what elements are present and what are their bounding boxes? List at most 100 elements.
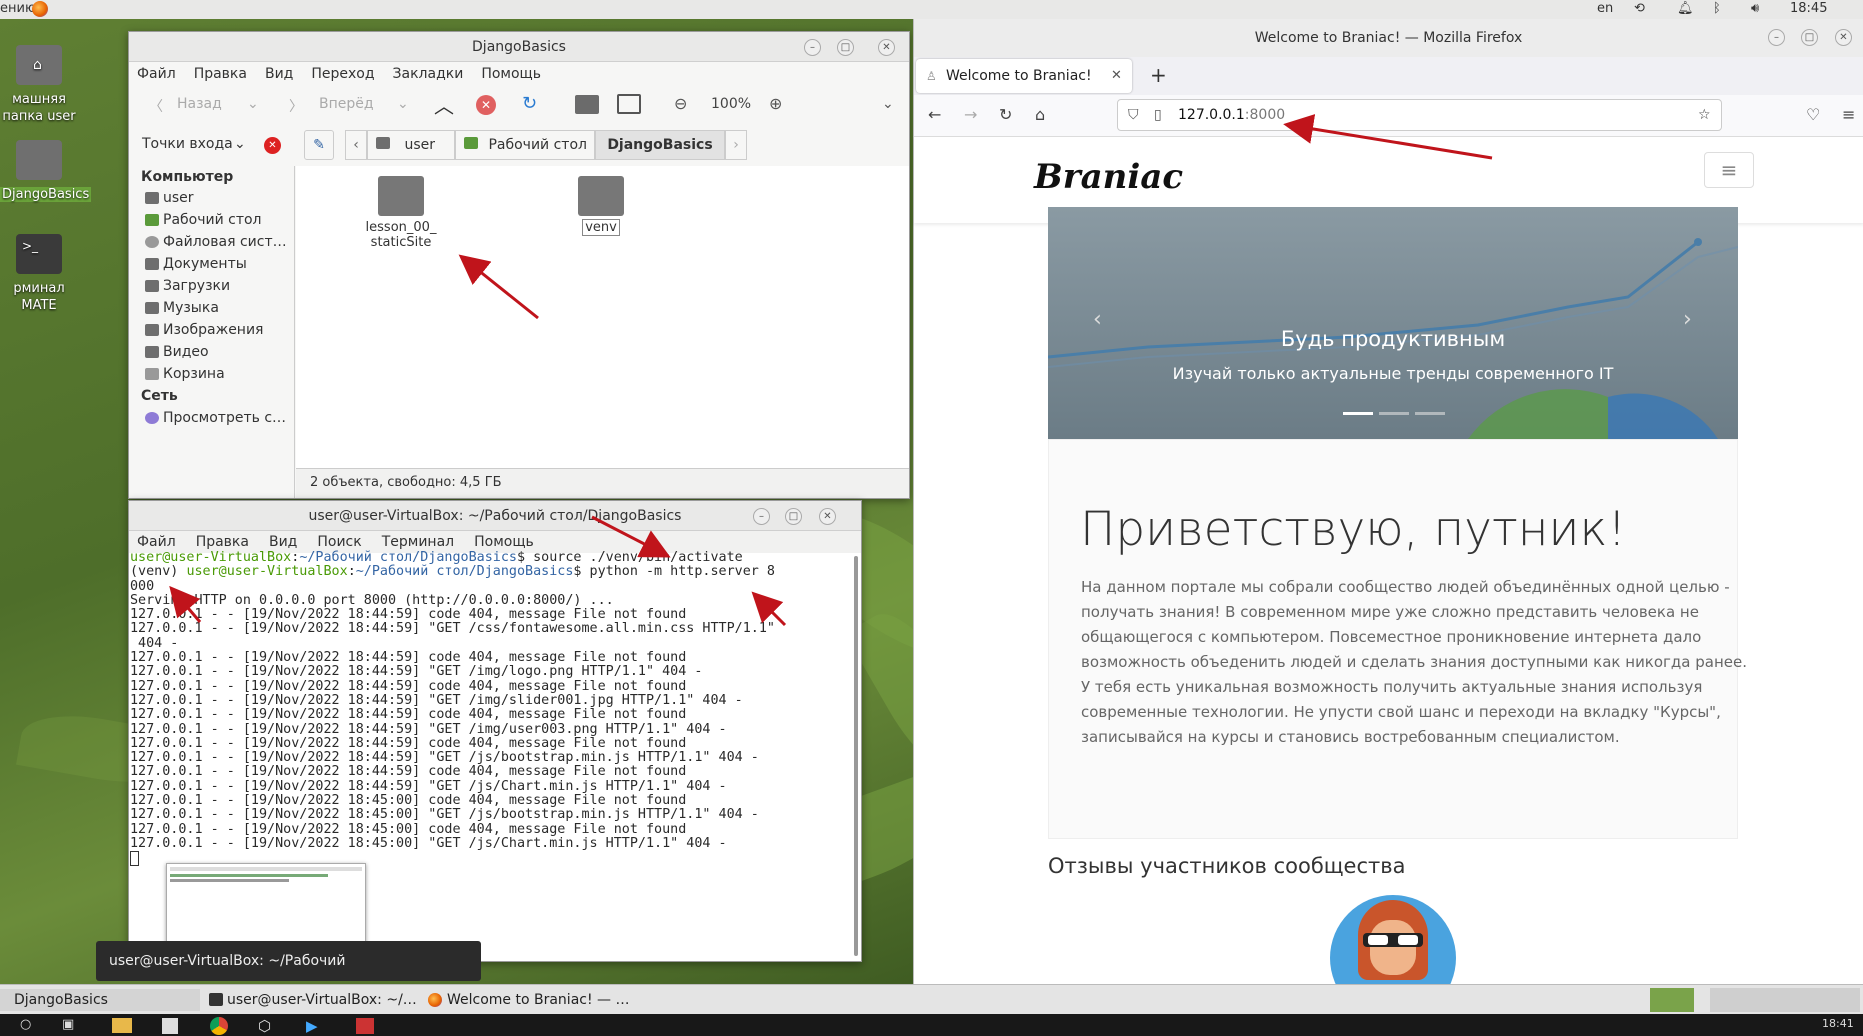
sidebar-item-user[interactable]: user [145,190,194,206]
desktop-home-folder[interactable]: ⌂ машняя папка user [0,45,78,125]
terminal-line: 127.0.0.1 - - [19/Nov/2022 18:44:59] "GE… [130,750,759,766]
breadcrumb-left-button[interactable]: ‹ [345,130,367,160]
desktop-djangobasics-folder[interactable]: DjangoBasics [0,140,92,203]
desktop-terminal-launcher[interactable]: >_ рминал MATE [0,234,78,314]
close-sidebar-button[interactable]: ✕ [264,137,281,154]
page-icon: ♙ [926,69,937,83]
minimize-button[interactable]: – [753,508,770,525]
menu-view[interactable]: Вид [265,62,293,86]
breadcrumb-user[interactable]: user [367,130,455,160]
maximize-button[interactable]: □ [785,508,802,525]
sidebar-item-desktop[interactable]: Рабочий стол [145,212,262,228]
computer-button[interactable] [617,94,641,114]
volume-icon[interactable]: 🔊︎ [1751,1,1759,16]
edit-path-button[interactable]: ✎ [304,130,334,160]
sidebar-item-filesystem[interactable]: Файловая сист… [145,234,287,250]
taskbar-item-firefox[interactable]: Welcome to Braniac! — … [425,989,640,1011]
menu-edit[interactable]: Правка [194,62,247,86]
zoom-level[interactable]: 100% [711,96,751,112]
menu-file[interactable]: Файл [137,62,176,86]
breadcrumb-djangobasics[interactable]: DjangoBasics [595,130,725,160]
firefox-titlebar[interactable]: Welcome to Braniac! — Mozilla Firefox – … [914,19,1863,57]
close-tab-icon[interactable]: ✕ [1111,59,1122,93]
carousel-indicator[interactable] [1343,412,1373,415]
back-button[interactable]: Назад [177,96,222,112]
workspace-switcher-slots[interactable] [1710,988,1860,1012]
app-icon[interactable] [356,1018,374,1034]
sidebar-item-downloads[interactable]: Загрузки [145,278,230,294]
carousel-indicator[interactable] [1379,412,1409,415]
zoom-out-button[interactable]: ⊖ [674,94,687,113]
taskbar-item-file-manager[interactable]: DjangoBasics [0,989,200,1011]
folder-icon[interactable] [112,1018,132,1033]
close-button[interactable]: ✕ [878,39,895,56]
sidebar-item-videos[interactable]: Видео [145,344,209,360]
firefox-launcher-icon[interactable] [32,1,48,17]
reviews-heading: Отзывы участников сообщества [1048,854,1406,878]
back-button[interactable]: ← [928,105,941,124]
clock[interactable]: 18:45 [1790,1,1827,16]
workspace-switcher[interactable] [1650,988,1694,1012]
new-tab-button[interactable]: + [1150,63,1167,87]
bluetooth-icon[interactable]: ᛒ [1713,1,1721,16]
terminal-output[interactable]: user@user-VirtualBox:~/Рабочий стол/Djan… [129,550,775,867]
network-icon[interactable]: ⟲ [1634,1,1645,16]
sidebar-item-trash[interactable]: Корзина [145,366,225,382]
terminal-scrollbar[interactable] [854,556,858,956]
file-manager-titlebar[interactable]: DjangoBasics – □ ✕ [129,32,909,62]
menu-go[interactable]: Переход [311,62,374,86]
chevron-down-icon[interactable]: ⌄ [397,96,409,112]
reload-button[interactable]: ↻ [522,93,537,114]
close-button[interactable]: ✕ [1835,29,1852,46]
home-folder-button[interactable] [575,95,599,114]
url-bar[interactable]: ⛉ ▯ 127.0.0.1:8000 ☆ [1117,99,1722,131]
taskbar-item-terminal[interactable]: user@user-VirtualBox: ~/… [205,989,420,1011]
folder-icon [578,176,624,216]
forward-button[interactable]: → [964,105,977,124]
menu-icon[interactable]: ≡ [1842,105,1855,124]
sidebar-dropdown[interactable]: Точки входа [142,136,233,152]
maximize-button[interactable]: □ [1801,29,1818,46]
pocket-icon[interactable]: ♡ [1806,105,1820,124]
close-button[interactable]: ✕ [819,508,836,525]
bookmark-star-icon[interactable]: ☆ [1698,100,1711,130]
terminal-titlebar[interactable]: user@user-VirtualBox: ~/Рабочий стол/Dja… [129,501,861,531]
text-editor-icon[interactable] [162,1018,178,1034]
menu-bookmarks[interactable]: Закладки [393,62,464,86]
search-icon[interactable]: ○ [20,1017,31,1032]
chrome-icon[interactable] [210,1017,228,1035]
terminal-line: user@user-VirtualBox:~/Рабочий стол/Djan… [130,550,743,565]
zoom-in-button[interactable]: ⊕ [769,94,782,113]
sidebar-item-pictures[interactable]: Изображения [145,322,263,338]
maximize-button[interactable]: □ [837,39,854,56]
chevron-down-icon[interactable]: ⌄ [882,96,894,112]
breadcrumb-desktop[interactable]: Рабочий стол [455,130,595,160]
carousel-indicator[interactable] [1415,412,1445,415]
stop-button[interactable]: ✕ [476,95,496,115]
breadcrumb-right-button[interactable]: › [725,130,747,160]
play-store-icon[interactable]: ▶ [306,1017,318,1035]
chevron-down-icon[interactable]: ⌄ [247,96,259,112]
file-item-lesson[interactable]: lesson_00_ staticSite [351,176,451,250]
workspaces-icon[interactable]: ▣ [62,1017,74,1032]
up-button[interactable]: ︿ [434,90,454,119]
tab-welcome[interactable]: ♙ Welcome to Braniac! ✕ [916,59,1132,93]
reload-button[interactable]: ↻ [999,105,1012,124]
sidebar-item-browse-network[interactable]: Просмотреть с… [145,410,286,426]
trash-icon [145,368,159,380]
menu-help[interactable]: Помощь [481,62,541,86]
sidebar-item-documents[interactable]: Документы [145,256,247,272]
sidebar-item-music[interactable]: Музыка [145,300,219,316]
site-logo[interactable]: Braniac [1034,157,1183,197]
file-item-venv[interactable]: venv [566,176,636,236]
minimize-button[interactable]: – [1768,29,1785,46]
folder-icon [145,258,159,270]
home-button[interactable]: ⌂ [1035,105,1045,124]
places-sidebar: Компьютер user Рабочий стол Файловая сис… [129,166,295,498]
minimize-button[interactable]: – [804,39,821,56]
box-icon[interactable]: ⬡ [258,1017,271,1035]
forward-button[interactable]: Вперёд [319,96,374,112]
keyboard-layout[interactable]: en [1597,1,1613,16]
notification-bell-icon[interactable]: 🔔︎ [1677,1,1694,16]
navbar-toggle-button[interactable]: ≡ [1704,152,1754,188]
